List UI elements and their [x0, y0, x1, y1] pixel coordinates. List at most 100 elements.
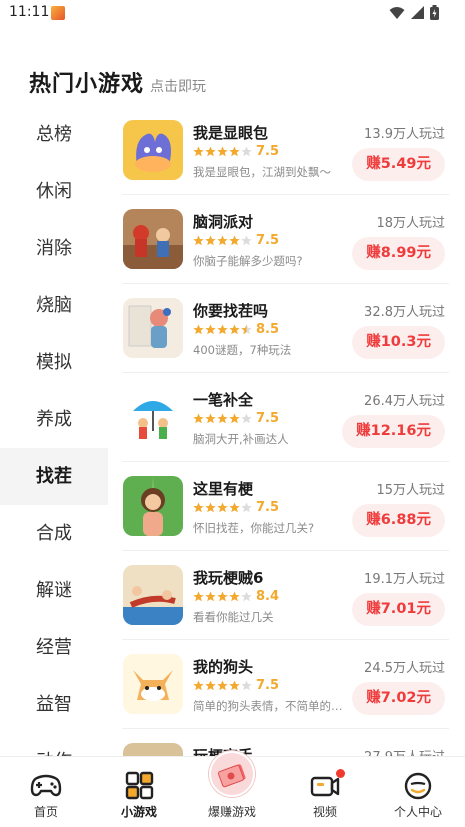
category-item-all[interactable]: 总榜 — [0, 106, 108, 163]
star-rating-icon — [193, 502, 252, 513]
category-sidebar: 总榜 休闲 消除 烧脑 模拟 养成 找茬 合成 解谜 经营 益智 动作 — [0, 106, 108, 756]
category-item-match[interactable]: 消除 — [0, 220, 108, 277]
star-rating-icon — [193, 146, 252, 157]
game-name: 一笔补全 — [193, 391, 254, 409]
game-row[interactable]: 这里有梗 7.5 怀旧找茬，你能过几关? 15万人玩过 赚6.88元 — [122, 462, 449, 551]
category-item-management[interactable]: 经营 — [0, 619, 108, 676]
game-description: 我是显眼包，江湖到处飘～ — [193, 165, 331, 179]
game-name: 我是显眼包 — [193, 124, 269, 142]
star-rating-icon — [193, 235, 252, 246]
earn-reward-button[interactable]: 赚6.88元 — [352, 504, 445, 537]
signal-icon — [411, 6, 424, 19]
tab-home-label: 首页 — [33, 805, 58, 819]
players-count: 19.1万人玩过 — [364, 572, 445, 587]
bag-character-icon[interactable] — [123, 120, 183, 180]
game-row[interactable]: 脑洞派对 7.5 你脑子能解多少题吗? 18万人玩过 赚8.99元 — [122, 195, 449, 284]
earn-reward-button[interactable]: 赚5.49元 — [352, 148, 445, 181]
earn-reward-button[interactable]: 赚10.3元 — [352, 326, 445, 359]
rating-value: 7.5 — [256, 233, 280, 248]
rating-value: 7.5 — [256, 678, 280, 693]
players-count: 27.9万人玩过 — [364, 746, 445, 756]
game-row[interactable]: 玩梗高手7.527.9万人玩过 — [122, 729, 449, 756]
page-subtitle: 点击即玩 — [150, 79, 207, 95]
game-rating: 7.5 — [193, 411, 279, 426]
doge-face-icon[interactable] — [123, 654, 183, 714]
game-row[interactable]: 我的狗头 7.5 简单的狗头表情，不简单的挑战 24.5万人玩过赚7.02元 — [122, 640, 449, 729]
earn-reward-button[interactable]: 赚7.01元 — [352, 593, 445, 626]
category-item-brain[interactable]: 烧脑 — [0, 277, 108, 334]
tab-mini-games[interactable]: 小游戏 — [99, 757, 179, 827]
meme-icon[interactable] — [123, 743, 183, 756]
status-time: 11:11 — [9, 4, 50, 20]
bottom-tab-bar: 首页 小游戏 爆赚游戏 视频 个人中心 — [0, 751, 465, 827]
rating-value: 7.5 — [256, 411, 280, 426]
game-name: 你要找茬吗 — [193, 302, 269, 320]
wifi-icon — [389, 7, 405, 19]
earn-reward-button[interactable]: 赚7.02元 — [352, 682, 445, 715]
game-row[interactable]: 我玩梗贼6 8.4 看看你能过几关 19.1万人玩过赚7.01元 — [122, 551, 449, 640]
girl-portrait-icon[interactable] — [123, 476, 183, 536]
tab-mini-games-label: 小游戏 — [120, 805, 157, 819]
game-description: 脑洞大开,补画达人 — [193, 432, 289, 446]
category-item-puzzle[interactable]: 解谜 — [0, 562, 108, 619]
game-description: 400谜题，7种玩法 — [193, 343, 292, 357]
earn-reward-button[interactable]: 赚12.16元 — [342, 415, 445, 448]
game-list: 我是显眼包 7.5 我是显眼包，江湖到处飘～ 13.9万人玩过 赚5.49元 脑洞派对 7.… — [108, 106, 465, 756]
players-count: 15万人玩过 — [376, 483, 445, 498]
star-rating-icon — [193, 413, 252, 424]
game-row[interactable]: 我是显眼包 7.5 我是显眼包，江湖到处飘～ 13.9万人玩过赚5.49元 — [122, 106, 449, 195]
category-item-merge[interactable]: 合成 — [0, 505, 108, 562]
players-count: 24.5万人玩过 — [364, 661, 445, 676]
rating-value: 8.4 — [256, 589, 280, 604]
game-rating: 7.5 — [193, 500, 279, 515]
category-item-action[interactable]: 动作 — [0, 733, 108, 756]
star-rating-icon — [193, 324, 252, 335]
category-item-casual[interactable]: 休闲 — [0, 163, 108, 220]
category-item-educational[interactable]: 益智 — [0, 676, 108, 733]
page-title: 热门小游戏 — [29, 72, 145, 97]
tab-video-label: 视频 — [312, 805, 337, 819]
game-name: 我的狗头 — [193, 658, 254, 676]
tab-home[interactable]: 首页 — [6, 757, 86, 827]
game-name: 我玩梗贼6 — [193, 569, 264, 587]
game-name: 脑洞派对 — [193, 213, 254, 231]
game-rating: 7.5 — [193, 678, 279, 693]
battery-icon — [430, 5, 439, 20]
umbrella-kids-icon[interactable] — [123, 387, 183, 447]
money-stack-graphic — [217, 764, 246, 788]
money-stack-icon — [209, 751, 255, 797]
players-count: 13.9万人玩过 — [364, 127, 445, 142]
tab-video[interactable]: 视频 — [285, 757, 365, 827]
notification-app-icon — [51, 6, 65, 20]
players-count: 32.8万人玩过 — [364, 305, 445, 320]
category-item-spot-difference[interactable]: 找茬 — [0, 448, 108, 505]
tab-profile[interactable]: 个人中心 — [378, 757, 458, 827]
game-rating: 7.5 — [193, 144, 279, 159]
category-item-raising[interactable]: 养成 — [0, 391, 108, 448]
grid-icon — [125, 771, 154, 800]
earn-reward-button[interactable]: 赚8.99元 — [352, 237, 445, 270]
rating-value: 7.5 — [256, 500, 280, 515]
game-description: 简单的狗头表情，不简单的挑战 — [193, 699, 353, 713]
category-item-simulation[interactable]: 模拟 — [0, 334, 108, 391]
page-header: 热门小游戏 点击即玩 — [29, 66, 206, 98]
game-rating: 8.4 — [193, 589, 279, 604]
game-description: 怀旧找茬，你能过几关? — [193, 521, 315, 535]
thinking-man-icon[interactable] — [123, 298, 183, 358]
tab-big-earn-games[interactable]: 爆赚游戏 — [192, 751, 272, 827]
star-rating-icon — [193, 591, 252, 602]
dancing-couple-icon[interactable] — [123, 565, 183, 625]
party-scene-icon[interactable] — [123, 209, 183, 269]
game-row[interactable]: 一笔补全 7.5 脑洞大开,补画达人 26.4万人玩过 赚12.16元 — [122, 373, 449, 462]
rating-value: 8.5 — [256, 322, 280, 337]
video-notification-dot — [336, 769, 345, 778]
status-bar: 11:11 — [0, 0, 465, 26]
game-rating: 8.5 — [193, 322, 279, 337]
star-rating-icon — [193, 680, 252, 691]
game-rating: 7.5 — [193, 233, 279, 248]
game-description: 看看你能过几关 — [193, 610, 274, 624]
game-row[interactable]: 你要找茬吗 8.5 400谜题，7种玩法 32.8万人玩过赚10.3元 — [122, 284, 449, 373]
rating-value: 7.5 — [256, 144, 280, 159]
tab-profile-label: 个人中心 — [393, 805, 442, 819]
smile-face-icon — [404, 772, 432, 800]
